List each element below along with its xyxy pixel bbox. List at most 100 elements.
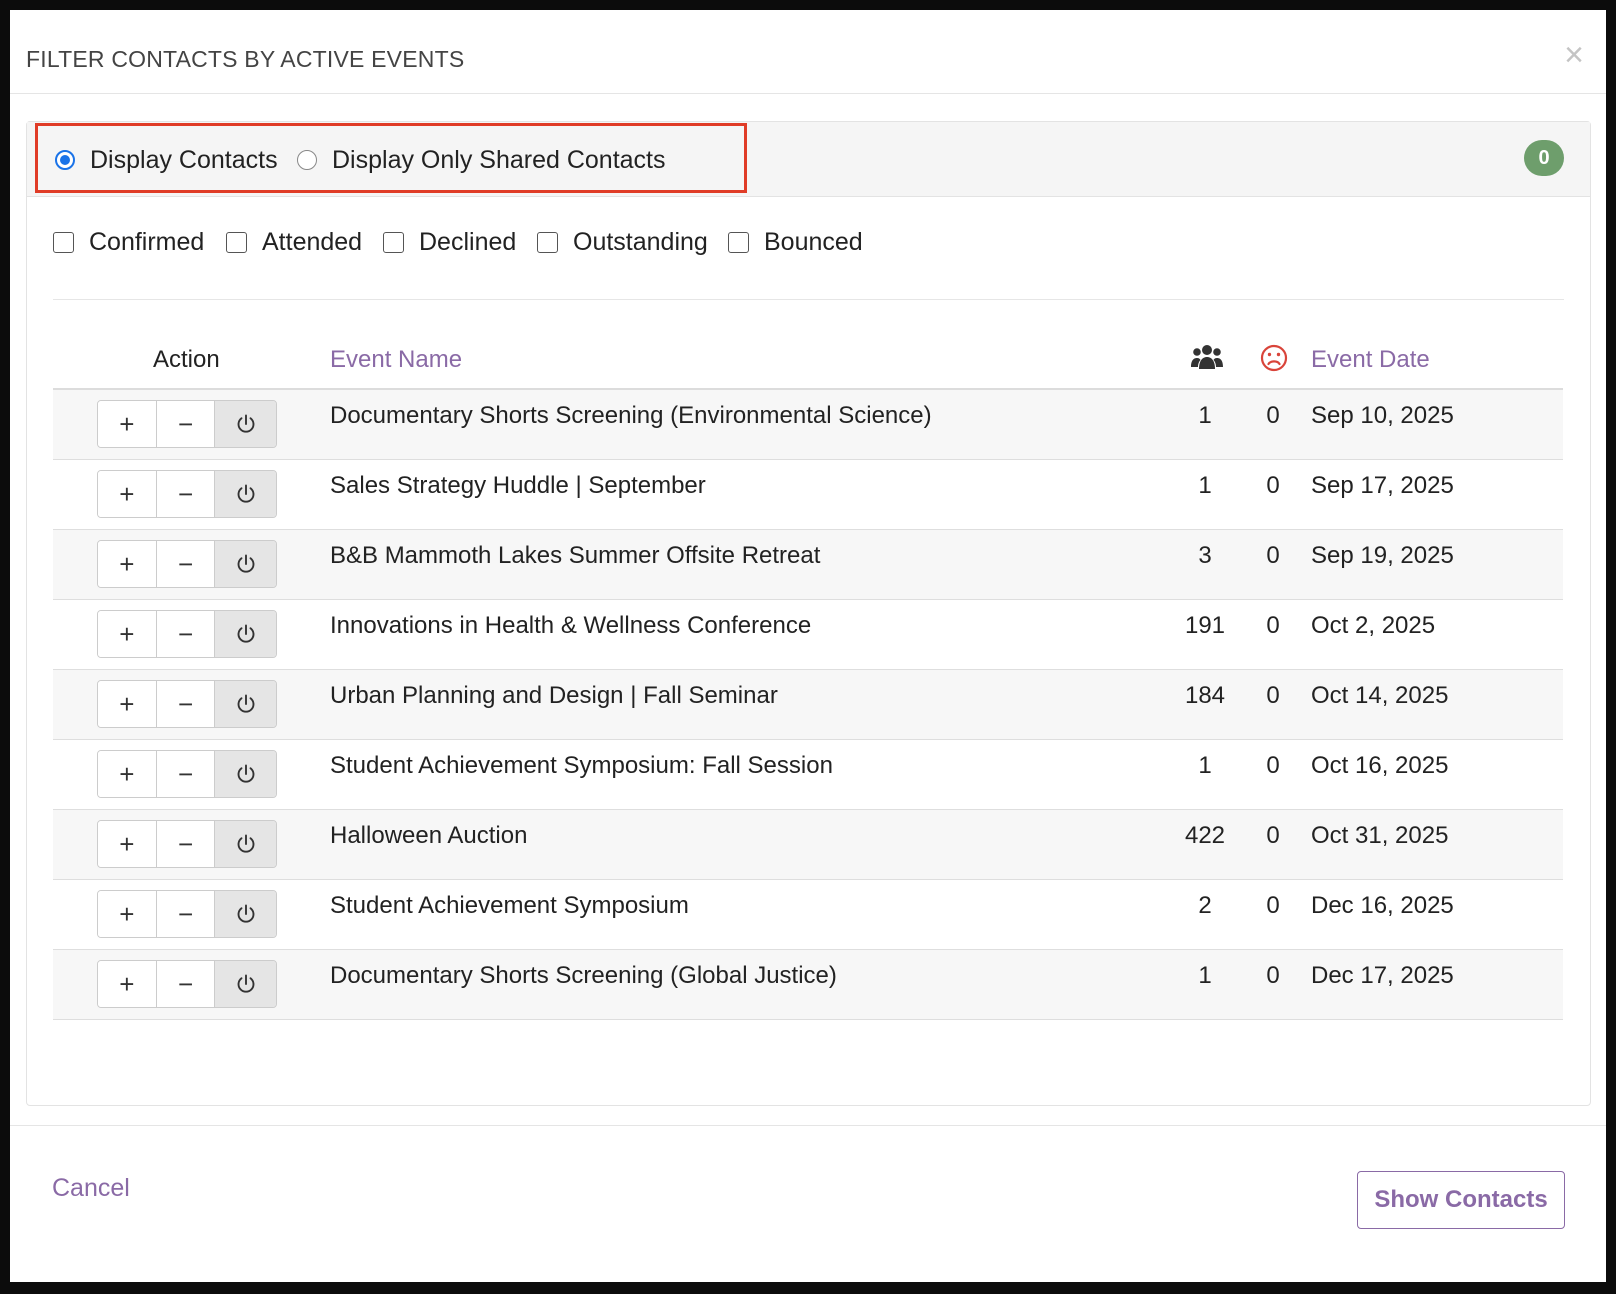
add-event-button[interactable]: + bbox=[98, 611, 157, 657]
event-name: Documentary Shorts Screening (Global Jus… bbox=[330, 962, 837, 989]
event-name: Innovations in Health & Wellness Confere… bbox=[330, 612, 812, 639]
modal-header: FILTER CONTACTS BY ACTIVE EVENTS × bbox=[10, 10, 1606, 94]
exclude-event-button[interactable]: − bbox=[156, 821, 216, 867]
add-event-button[interactable]: + bbox=[98, 471, 157, 517]
exclude-event-button[interactable]: − bbox=[156, 751, 216, 797]
action-button-group: + − bbox=[97, 820, 277, 868]
event-date: Sep 17, 2025 bbox=[1311, 472, 1454, 499]
declined-checkbox[interactable] bbox=[383, 232, 404, 253]
bounced-checkbox[interactable] bbox=[728, 232, 749, 253]
add-event-button[interactable]: + bbox=[98, 681, 157, 727]
event-name: Urban Planning and Design | Fall Seminar bbox=[330, 682, 778, 709]
power-icon[interactable] bbox=[215, 751, 276, 797]
declined-count: 0 bbox=[1266, 752, 1280, 779]
power-icon[interactable] bbox=[215, 611, 276, 657]
attended-label[interactable]: Attended bbox=[262, 228, 362, 257]
event-date: Sep 19, 2025 bbox=[1311, 542, 1454, 569]
declined-count: 0 bbox=[1266, 682, 1280, 709]
confirmed-checkbox[interactable] bbox=[53, 232, 74, 253]
display-options-bar: Display Contacts Display Only Shared Con… bbox=[27, 122, 1590, 197]
event-date: Dec 17, 2025 bbox=[1311, 962, 1454, 989]
event-date: Sep 10, 2025 bbox=[1311, 402, 1454, 429]
event-name-header[interactable]: Event Name bbox=[330, 346, 462, 374]
action-button-group: + − bbox=[97, 470, 277, 518]
events-table: Action Event Name Event Date + − Documen… bbox=[53, 322, 1563, 1020]
event-date: Oct 16, 2025 bbox=[1311, 752, 1449, 779]
cancel-button[interactable]: Cancel bbox=[52, 1174, 130, 1203]
action-button-group: + − bbox=[97, 680, 277, 728]
add-event-button[interactable]: + bbox=[98, 821, 157, 867]
event-name: Documentary Shorts Screening (Environmen… bbox=[330, 402, 932, 429]
attendee-count: 184 bbox=[1184, 682, 1226, 709]
event-date: Oct 2, 2025 bbox=[1311, 612, 1436, 639]
power-icon[interactable] bbox=[215, 471, 276, 517]
confirmed-label[interactable]: Confirmed bbox=[89, 228, 204, 257]
outstanding-checkbox[interactable] bbox=[537, 232, 558, 253]
action-button-group: + − bbox=[97, 610, 277, 658]
attendee-count: 2 bbox=[1198, 892, 1212, 919]
exclude-event-button[interactable]: − bbox=[156, 681, 216, 727]
group-icon bbox=[1190, 344, 1224, 375]
table-row: + − Documentary Shorts Screening (Global J… bbox=[53, 950, 1563, 1020]
close-icon[interactable]: × bbox=[1564, 38, 1584, 72]
attendee-count: 191 bbox=[1184, 612, 1226, 639]
divider bbox=[53, 299, 1564, 300]
attendee-count: 1 bbox=[1198, 752, 1212, 779]
add-event-button[interactable]: + bbox=[98, 401, 157, 447]
display-contacts-label[interactable]: Display Contacts bbox=[90, 146, 278, 175]
power-icon[interactable] bbox=[215, 541, 276, 587]
power-icon[interactable] bbox=[215, 891, 276, 937]
outstanding-label[interactable]: Outstanding bbox=[573, 228, 708, 257]
attended-checkbox[interactable] bbox=[226, 232, 247, 253]
add-event-button[interactable]: + bbox=[98, 541, 157, 587]
event-date: Oct 14, 2025 bbox=[1311, 682, 1449, 709]
exclude-event-button[interactable]: − bbox=[156, 891, 216, 937]
table-row: + − Documentary Shorts Screening (Environm… bbox=[53, 390, 1563, 460]
exclude-event-button[interactable]: − bbox=[156, 961, 216, 1007]
status-filters: Confirmed Attended Declined Outstanding … bbox=[27, 196, 1590, 296]
table-row: + − Student Achievement Symposium 2 0 Dec 16,… bbox=[53, 880, 1563, 950]
action-button-group: + − bbox=[97, 400, 277, 448]
event-name: Sales Strategy Huddle | September bbox=[330, 472, 706, 499]
declined-count: 0 bbox=[1266, 892, 1280, 919]
declined-count: 0 bbox=[1266, 612, 1280, 639]
exclude-event-button[interactable]: − bbox=[156, 471, 216, 517]
declined-count: 0 bbox=[1266, 962, 1280, 989]
exclude-event-button[interactable]: − bbox=[156, 541, 216, 587]
power-icon[interactable] bbox=[215, 681, 276, 727]
add-event-button[interactable]: + bbox=[98, 751, 157, 797]
event-name: Student Achievement Symposium: Fall Sess… bbox=[330, 752, 833, 779]
power-icon[interactable] bbox=[215, 961, 276, 1007]
event-date-header[interactable]: Event Date bbox=[1311, 346, 1430, 374]
filter-panel: Display Contacts Display Only Shared Con… bbox=[26, 121, 1591, 1106]
display-shared-contacts-label[interactable]: Display Only Shared Contacts bbox=[332, 146, 665, 175]
contact-count-badge: 0 bbox=[1524, 140, 1564, 176]
modal-title: FILTER CONTACTS BY ACTIVE EVENTS bbox=[26, 46, 465, 72]
attendee-count: 1 bbox=[1198, 472, 1212, 499]
table-row: + − Student Achievement Symposium: Fall Se… bbox=[53, 740, 1563, 810]
attendee-count: 422 bbox=[1184, 822, 1226, 849]
declined-count: 0 bbox=[1266, 822, 1280, 849]
add-event-button[interactable]: + bbox=[98, 961, 157, 1007]
action-button-group: + − bbox=[97, 750, 277, 798]
exclude-event-button[interactable]: − bbox=[156, 401, 216, 447]
show-contacts-button[interactable]: Show Contacts bbox=[1357, 1171, 1565, 1229]
display-radio-group: Display Contacts Display Only Shared Con… bbox=[35, 123, 747, 193]
table-row: + − Halloween Auction 422 0 Oct 31, 2025 bbox=[53, 810, 1563, 880]
display-contacts-radio[interactable] bbox=[55, 150, 75, 170]
event-date: Oct 31, 2025 bbox=[1311, 822, 1449, 849]
table-row: + − Urban Planning and Design | Fall Semin… bbox=[53, 670, 1563, 740]
action-header: Action bbox=[153, 346, 220, 373]
action-button-group: + − bbox=[97, 890, 277, 938]
display-shared-contacts-radio[interactable] bbox=[297, 150, 317, 170]
declined-count: 0 bbox=[1266, 542, 1280, 569]
power-icon[interactable] bbox=[215, 821, 276, 867]
bounced-label[interactable]: Bounced bbox=[764, 228, 863, 257]
declined-count: 0 bbox=[1266, 472, 1280, 499]
add-event-button[interactable]: + bbox=[98, 891, 157, 937]
power-icon[interactable] bbox=[215, 401, 276, 447]
declined-label[interactable]: Declined bbox=[419, 228, 516, 257]
exclude-event-button[interactable]: − bbox=[156, 611, 216, 657]
table-body: + − Documentary Shorts Screening (Environm… bbox=[53, 390, 1563, 1020]
event-name: B&B Mammoth Lakes Summer Offsite Retreat bbox=[330, 542, 821, 569]
